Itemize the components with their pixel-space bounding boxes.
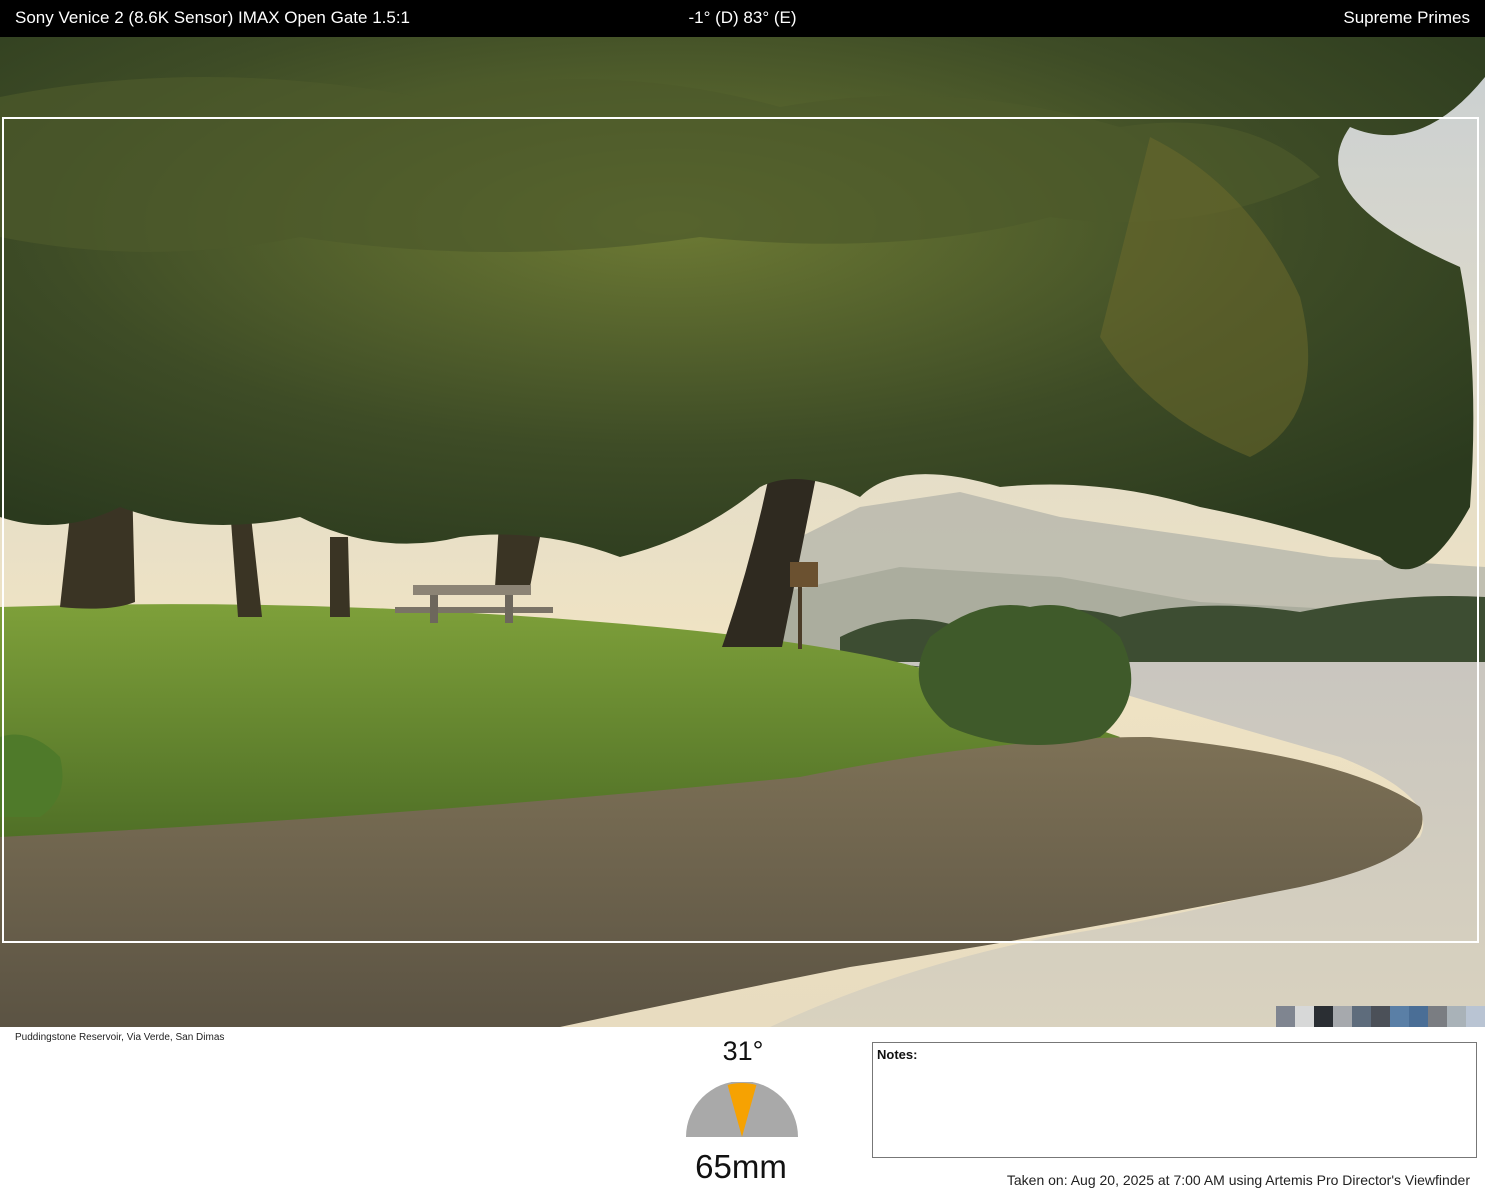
top-info-bar: Sony Venice 2 (8.6K Sensor) IMAX Open Ga… xyxy=(0,0,1485,37)
color-swatch-2 xyxy=(1314,1006,1333,1027)
color-swatch-4 xyxy=(1352,1006,1371,1027)
frame-guide xyxy=(2,117,1479,943)
notes-label: Notes: xyxy=(877,1047,918,1062)
color-swatch-8 xyxy=(1428,1006,1447,1027)
notes-box[interactable]: Notes: xyxy=(872,1042,1477,1158)
color-swatch-10 xyxy=(1466,1006,1485,1027)
location-label: Puddingstone Reservoir, Via Verde, San D… xyxy=(15,1032,225,1043)
viewfinder-photo xyxy=(0,37,1485,1027)
capture-info: Taken on: Aug 20, 2025 at 7:00 AM using … xyxy=(1006,1172,1470,1188)
color-swatch-6 xyxy=(1390,1006,1409,1027)
lens-set-label: Supreme Primes xyxy=(1343,8,1470,27)
camera-format-label: Sony Venice 2 (8.6K Sensor) IMAX Open Ga… xyxy=(15,8,411,27)
color-swatch-5 xyxy=(1371,1006,1390,1027)
color-palette xyxy=(1276,1006,1485,1027)
color-swatch-9 xyxy=(1447,1006,1466,1027)
color-swatch-0 xyxy=(1276,1006,1295,1027)
color-swatch-7 xyxy=(1409,1006,1428,1027)
focal-length-readout: 65mm xyxy=(695,1148,787,1185)
color-swatch-3 xyxy=(1333,1006,1352,1027)
color-swatch-1 xyxy=(1295,1006,1314,1027)
fov-gauge-icon xyxy=(686,1082,798,1137)
field-of-view-readout: 31° xyxy=(722,1036,764,1066)
